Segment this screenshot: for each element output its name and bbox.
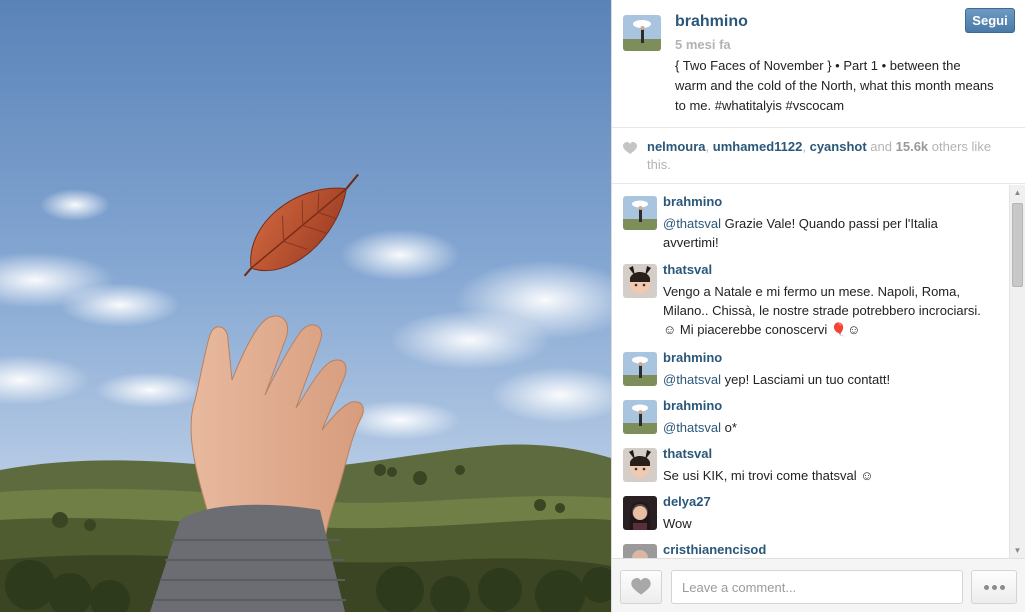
- liker-username[interactable]: nelmoura: [647, 139, 706, 154]
- cristhianencisod-avatar[interactable]: [623, 544, 657, 558]
- thatsval-avatar[interactable]: [623, 264, 657, 298]
- comment-mention[interactable]: @thatsval: [663, 372, 721, 387]
- comment-mention[interactable]: @thatsval: [663, 420, 721, 435]
- scroll-down-arrow-icon[interactable]: ▼: [1010, 543, 1025, 558]
- comment-username[interactable]: cristhianencisod: [663, 542, 766, 557]
- comment-text: @thatsval yep! Lasciami un tuo contatt!: [663, 372, 891, 387]
- comment-text: Se usi KIK, mi trovi come thatsval ☺: [663, 468, 874, 483]
- comment-username[interactable]: thatsval: [663, 446, 712, 461]
- likes-text: nelmoura, umhamed1122, cyanshot and 15.6…: [647, 139, 992, 172]
- thatsval-avatar[interactable]: [623, 448, 657, 482]
- post-photo-image: [0, 0, 611, 612]
- delya27-avatar[interactable]: [623, 496, 657, 530]
- brahmino-avatar[interactable]: [623, 352, 657, 386]
- post-photo[interactable]: [0, 0, 611, 612]
- comments-list[interactable]: brahmino @thatsval Grazie Vale! Quando p…: [612, 185, 1025, 558]
- post-caption: { Two Faces of November } • Part 1 • bet…: [675, 58, 994, 113]
- post-side-panel: brahmino 5 mesi fa { Two Faces of Novemb…: [611, 0, 1025, 612]
- comment-input[interactable]: [671, 570, 963, 604]
- more-options-button[interactable]: [971, 570, 1017, 604]
- comment-text: Vengo a Natale e mi fermo un mese. Napol…: [663, 284, 981, 337]
- comments-scrollbar[interactable]: ▲ ▼: [1009, 185, 1025, 558]
- liker-username[interactable]: cyanshot: [810, 139, 867, 154]
- brahmino-avatar[interactable]: [623, 196, 657, 230]
- heart-icon: [623, 142, 637, 154]
- likes-count[interactable]: 15.6k: [896, 139, 929, 154]
- comment-username[interactable]: delya27: [663, 494, 711, 509]
- comment-username[interactable]: brahmino: [663, 350, 722, 365]
- liker-username[interactable]: umhamed1122: [713, 139, 803, 154]
- likes-and: and: [870, 139, 892, 154]
- heart-icon: [631, 578, 651, 595]
- brahmino-avatar[interactable]: [623, 400, 657, 434]
- follow-button[interactable]: Segui: [965, 8, 1015, 33]
- comment-username[interactable]: brahmino: [663, 398, 722, 413]
- comment-footer: [612, 558, 1025, 612]
- scroll-thumb[interactable]: [1012, 203, 1023, 287]
- comment-username[interactable]: brahmino: [663, 194, 722, 209]
- ellipsis-icon: [983, 584, 1005, 590]
- comment-username[interactable]: thatsval: [663, 262, 712, 277]
- comment-text: @thatsval o*: [663, 420, 737, 435]
- like-button[interactable]: [620, 570, 662, 604]
- post-time: 5 mesi fa: [675, 37, 731, 52]
- comment-text: Wow: [663, 516, 692, 531]
- scroll-up-arrow-icon[interactable]: ▲: [1010, 185, 1025, 200]
- likes-section: nelmoura, umhamed1122, cyanshot and 15.6…: [612, 128, 1025, 184]
- comment-mention[interactable]: @thatsval: [663, 216, 721, 231]
- author-username[interactable]: brahmino: [675, 13, 748, 31]
- post-header: brahmino 5 mesi fa { Two Faces of Novemb…: [612, 0, 1025, 128]
- comment-text: @thatsval Grazie Vale! Quando passi per …: [663, 216, 938, 250]
- author-avatar[interactable]: [623, 15, 661, 51]
